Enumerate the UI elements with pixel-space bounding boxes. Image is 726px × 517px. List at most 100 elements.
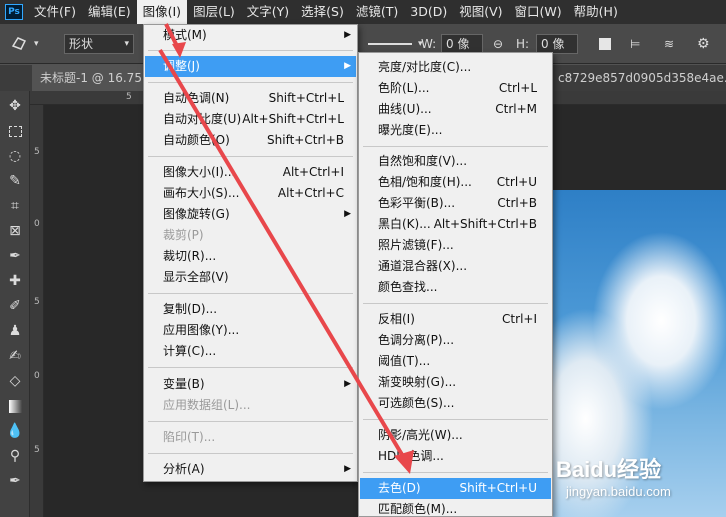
menu-separator bbox=[363, 472, 548, 473]
menu-help[interactable]: 帮助(H) bbox=[568, 0, 624, 24]
menu-item-calculations[interactable]: 计算(C)... bbox=[145, 341, 356, 362]
eyedropper-tool-icon[interactable]: ✒ bbox=[5, 246, 25, 266]
healing-brush-tool-icon[interactable]: ✚ bbox=[5, 271, 25, 291]
tool-preset-chevron-icon[interactable]: ▾ bbox=[34, 34, 39, 54]
menu-item-invert[interactable]: 反相(I) Ctrl+I bbox=[360, 309, 551, 330]
ruler-mark: 0 bbox=[34, 219, 40, 229]
menu-item-levels[interactable]: 色阶(L)... Ctrl+L bbox=[360, 78, 551, 99]
menu-item-reveal-all[interactable]: 显示全部(V) bbox=[145, 267, 356, 288]
menu-item-auto-tone[interactable]: 自动色调(N) Shift+Ctrl+L bbox=[145, 88, 356, 109]
menu-filter[interactable]: 滤镜(T) bbox=[350, 0, 404, 24]
menu-separator bbox=[148, 82, 353, 83]
menu-layer[interactable]: 图层(L) bbox=[187, 0, 241, 24]
height-label: H: bbox=[516, 37, 530, 51]
menu-separator bbox=[148, 453, 353, 454]
menu-3d[interactable]: 3D(D) bbox=[404, 0, 453, 24]
blur-tool-icon[interactable]: 💧 bbox=[5, 421, 25, 441]
menu-item-photo-filter[interactable]: 照片滤镜(F)... bbox=[360, 235, 551, 256]
menu-file[interactable]: 文件(F) bbox=[28, 0, 82, 24]
menu-separator bbox=[363, 303, 548, 304]
menu-item-apply-data-set: 应用数据组(L)... bbox=[163, 398, 251, 412]
submenu-arrow-icon: ▶ bbox=[344, 379, 351, 389]
document-tab-untitled[interactable]: 未标题-1 @ 16.75 bbox=[32, 65, 150, 91]
menu-item-exposure[interactable]: 曝光度(E)... bbox=[360, 120, 551, 141]
menu-item-gradient-map[interactable]: 渐变映射(G)... bbox=[360, 372, 551, 393]
marquee-tool-icon[interactable] bbox=[5, 121, 25, 141]
menu-item-duplicate[interactable]: 复制(D)... bbox=[145, 299, 356, 320]
shape-tool-icon[interactable] bbox=[10, 34, 28, 52]
menu-separator bbox=[148, 50, 353, 51]
menu-item-analysis[interactable]: 分析(A) ▶ bbox=[145, 459, 356, 480]
path-operations-icon[interactable] bbox=[599, 38, 611, 50]
quick-select-tool-icon[interactable]: ✎ bbox=[5, 171, 25, 191]
height-input[interactable]: 0 像素 bbox=[536, 34, 578, 69]
menu-item-color-balance[interactable]: 色彩平衡(B)... Ctrl+B bbox=[360, 193, 551, 214]
document-tab-photo[interactable]: c8729e857d0905d358e4ae.jpe bbox=[558, 65, 726, 91]
menu-item-channel-mixer[interactable]: 通道混合器(X)... bbox=[360, 256, 551, 277]
link-icon[interactable]: ⊖ bbox=[493, 34, 503, 54]
crop-tool-icon[interactable]: ⌗ bbox=[5, 196, 25, 216]
menu-item-apply-image[interactable]: 应用图像(Y)... bbox=[145, 320, 356, 341]
stamp-tool-icon[interactable]: ♟ bbox=[5, 321, 25, 341]
menu-item-black-white[interactable]: 黑白(K)... Alt+Shift+Ctrl+B bbox=[360, 214, 551, 235]
menu-edit[interactable]: 编辑(E) bbox=[82, 0, 137, 24]
move-tool-icon[interactable]: ✥ bbox=[5, 96, 25, 116]
menu-item-canvas-size[interactable]: 画布大小(S)... Alt+Ctrl+C bbox=[145, 183, 356, 204]
menu-item-desaturate[interactable]: 去色(D) Shift+Ctrl+U bbox=[360, 478, 551, 499]
menu-item-match-color[interactable]: 匹配颜色(M)... bbox=[360, 499, 551, 517]
image-menu-dropdown: 模式(M) ▶ 调整(J) ▶ 自动色调(N) Shift+Ctrl+L 自动对… bbox=[143, 24, 358, 482]
menu-item-auto-color[interactable]: 自动颜色(O) Shift+Ctrl+B bbox=[145, 130, 356, 151]
adjustments-submenu: 亮度/对比度(C)... 色阶(L)... Ctrl+L 曲线(U)... Ct… bbox=[358, 52, 553, 517]
menu-item-posterize[interactable]: 色调分离(P)... bbox=[360, 330, 551, 351]
shape-mode-select[interactable]: 形状 ▾ bbox=[64, 34, 134, 54]
lasso-tool-icon[interactable]: ◌ bbox=[5, 146, 25, 166]
menu-item-vibrance[interactable]: 自然饱和度(V)... bbox=[360, 151, 551, 172]
menu-item-color-lookup[interactable]: 颜色查找... bbox=[360, 277, 551, 298]
shape-mode-label: 形状 bbox=[69, 37, 94, 51]
dodge-tool-icon[interactable]: ⚲ bbox=[5, 446, 25, 466]
stroke-line-preview[interactable] bbox=[368, 43, 412, 45]
ruler-mark: 5 bbox=[34, 297, 40, 307]
history-brush-tool-icon[interactable]: ✍ bbox=[5, 346, 25, 366]
gear-icon[interactable]: ⚙ bbox=[697, 34, 710, 54]
gradient-tool-icon[interactable] bbox=[5, 396, 25, 416]
menu-separator bbox=[148, 367, 353, 368]
menu-item-mode[interactable]: 模式(M) ▶ bbox=[145, 25, 356, 46]
menu-item-trim[interactable]: 裁切(R)... bbox=[145, 246, 356, 267]
menu-separator bbox=[363, 419, 548, 420]
width-input[interactable]: 0 像素 bbox=[441, 34, 483, 69]
ruler-mark: 5 bbox=[126, 92, 132, 102]
ruler-vertical: 5 0 5 0 5 bbox=[30, 105, 44, 517]
menu-item-hue-saturation[interactable]: 色相/饱和度(H)... Ctrl+U bbox=[360, 172, 551, 193]
pen-tool-icon[interactable]: ✒ bbox=[5, 471, 25, 491]
menu-item-auto-contrast[interactable]: 自动对比度(U) Alt+Shift+Ctrl+L bbox=[145, 109, 356, 130]
menu-item-variables[interactable]: 变量(B) ▶ bbox=[145, 374, 356, 395]
menu-item-selective-color[interactable]: 可选颜色(S)... bbox=[360, 393, 551, 414]
toolbox: ✥ ◌ ✎ ⌗ ⊠ ✒ ✚ ✐ ♟ ✍ ◇ 💧 ⚲ ✒ bbox=[0, 91, 30, 517]
path-arrangement-icon[interactable]: ≋ bbox=[664, 34, 674, 54]
menu-item-image-size[interactable]: 图像大小(I)... Alt+Ctrl+I bbox=[145, 162, 356, 183]
menu-item-adjustments[interactable]: 调整(J) ▶ bbox=[145, 56, 356, 77]
menu-type[interactable]: 文字(Y) bbox=[241, 0, 295, 24]
ruler-mark: 5 bbox=[34, 445, 40, 455]
brush-tool-icon[interactable]: ✐ bbox=[5, 296, 25, 316]
menu-select[interactable]: 选择(S) bbox=[295, 0, 350, 24]
menu-item-image-rotation[interactable]: 图像旋转(G) ▶ bbox=[145, 204, 356, 225]
eraser-tool-icon[interactable]: ◇ bbox=[5, 371, 25, 391]
photoshop-logo-icon[interactable]: Ps bbox=[0, 0, 28, 24]
menu-separator bbox=[148, 421, 353, 422]
menu-separator bbox=[363, 146, 548, 147]
path-alignment-icon[interactable]: ⊨ bbox=[630, 34, 640, 54]
submenu-arrow-icon: ▶ bbox=[344, 209, 351, 219]
ruler-mark: 0 bbox=[34, 371, 40, 381]
menu-item-hdr-toning[interactable]: HDR 色调... bbox=[360, 446, 551, 467]
menu-image[interactable]: 图像(I) bbox=[136, 0, 188, 24]
menu-view[interactable]: 视图(V) bbox=[453, 0, 508, 24]
menu-item-curves[interactable]: 曲线(U)... Ctrl+M bbox=[360, 99, 551, 120]
menu-item-shadows-highlights[interactable]: 阴影/高光(W)... bbox=[360, 425, 551, 446]
submenu-arrow-icon: ▶ bbox=[344, 61, 351, 71]
menu-item-brightness-contrast[interactable]: 亮度/对比度(C)... bbox=[360, 57, 551, 78]
menu-item-threshold[interactable]: 阈值(T)... bbox=[360, 351, 551, 372]
frame-tool-icon[interactable]: ⊠ bbox=[5, 221, 25, 241]
menu-window[interactable]: 窗口(W) bbox=[509, 0, 568, 24]
